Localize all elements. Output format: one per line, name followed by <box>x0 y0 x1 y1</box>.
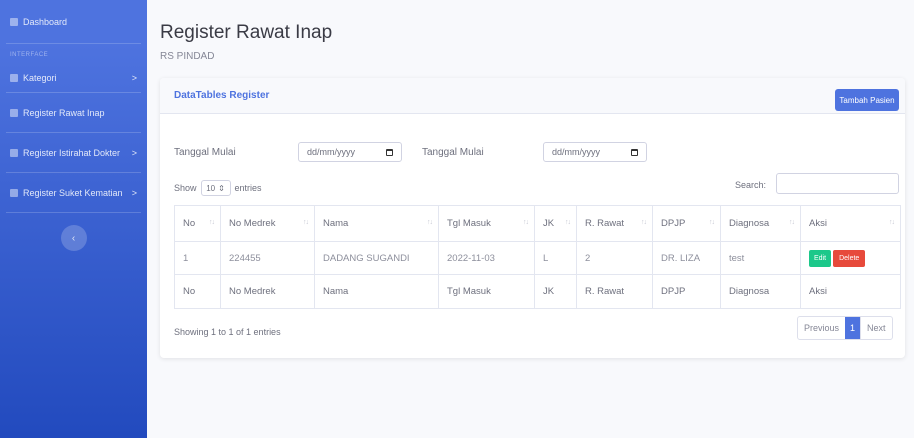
sort-icon: ↑↓ <box>523 219 529 226</box>
table-cell: 224455 <box>220 241 315 275</box>
sort-icon: ↑↓ <box>889 219 895 226</box>
start-date-input[interactable]: dd/mm/yyyy <box>298 142 402 162</box>
chevron-right-icon: > <box>131 187 137 198</box>
column-header[interactable]: Tgl Masuk ↑↓ <box>438 205 535 242</box>
sidebar-item-label: Kategori <box>23 73 57 83</box>
page-button-current[interactable]: 1 <box>845 317 861 339</box>
card-header: DataTables Register Tambah Pasien <box>160 78 905 114</box>
sort-icon: ↑↓ <box>641 219 647 226</box>
main-content: Register Rawat Inap RS PINDAD DataTables… <box>147 0 914 438</box>
sidebar-item-register-rawat-inap[interactable]: Register Rawat Inap <box>0 93 147 132</box>
sort-icon: ↑↓ <box>789 219 795 226</box>
entries-value: 10 <box>206 183 216 193</box>
column-header[interactable]: Aksi ↑↓ <box>800 205 901 242</box>
sidebar-item-label: Register Rawat Inap <box>23 107 105 118</box>
sort-icon: ↑↓ <box>303 219 309 226</box>
table-cell: test <box>720 241 801 275</box>
end-date-input[interactable]: dd/mm/yyyy <box>543 142 647 162</box>
show-label: Show <box>174 183 197 193</box>
datatable-card: DataTables Register Tambah Pasien Tangga… <box>160 78 905 358</box>
column-footer: JK <box>534 274 577 309</box>
column-header[interactable]: DPJP ↑↓ <box>652 205 721 242</box>
column-footer: Aksi <box>800 274 901 309</box>
date-placeholder: dd/mm/yyyy <box>307 147 356 157</box>
table-cell: 2 <box>576 241 653 275</box>
search-label: Search: <box>735 180 767 190</box>
sort-icon: ↑↓ <box>565 219 571 226</box>
table-cell: DADANG SUGANDI <box>314 241 439 275</box>
end-date-label: Tanggal Mulai <box>422 147 484 158</box>
sidebar-heading: INTERFACE <box>10 52 49 58</box>
column-header[interactable]: R. Rawat ↑↓ <box>576 205 653 242</box>
actions-cell: Edit Delete <box>800 241 901 275</box>
table-cell: L <box>534 241 577 275</box>
sidebar-item-register-suket-kematian[interactable]: Register Suket Kematian > <box>0 173 147 212</box>
sidebar-item-label: Register Istirahat Dokter <box>23 147 121 158</box>
sidebar-item-kategori[interactable]: Kategori > <box>0 64 147 92</box>
pagination: Previous 1 Next <box>797 316 893 340</box>
edit-button[interactable]: Edit <box>809 249 832 267</box>
add-patient-button[interactable]: Tambah Pasien <box>835 89 899 111</box>
column-header[interactable]: No Medrek ↑↓ <box>220 205 315 242</box>
sidebar-item-label: Register Suket Kematian <box>23 187 123 198</box>
column-footer: R. Rawat <box>576 274 653 309</box>
sidebar-divider <box>6 212 141 213</box>
date-placeholder: dd/mm/yyyy <box>552 147 601 157</box>
sort-icon: ↑↓ <box>709 219 715 226</box>
table-info: Showing 1 to 1 of 1 entries <box>174 327 281 337</box>
column-header[interactable]: JK ↑↓ <box>534 205 577 242</box>
register-table: No ↑↓ No Medrek ↑↓ Nama ↑↓ Tgl Masuk ↑↓ JK ↑↓… <box>174 205 901 309</box>
sidebar-item-dashboard[interactable]: Dashboard <box>6 0 141 44</box>
table-cell: 2022-11-03 <box>438 241 535 275</box>
calendar-icon[interactable] <box>386 148 393 156</box>
chevron-right-icon: > <box>131 73 137 83</box>
column-footer: No Medrek <box>220 274 315 309</box>
table-cell: DR. LIZA <box>652 241 721 275</box>
select-arrows-icon: ⇕ <box>218 183 225 193</box>
column-footer: No <box>174 274 221 309</box>
sidebar: Dashboard INTERFACE Kategori > Register … <box>0 0 147 438</box>
next-page-button[interactable]: Next <box>860 317 892 339</box>
sort-icon: ↑↓ <box>209 219 215 226</box>
page-title: Register Rawat Inap <box>160 22 333 43</box>
table-icon <box>10 148 18 157</box>
chevron-left-icon: ‹ <box>71 232 76 244</box>
sidebar-toggle-button[interactable]: ‹ <box>60 225 87 251</box>
folder-icon <box>10 74 18 82</box>
sidebar-item-register-istirahat-dokter[interactable]: Register Istirahat Dokter > <box>0 133 147 172</box>
page-subtitle: RS PINDAD <box>160 51 215 62</box>
table-icon <box>10 188 18 197</box>
column-footer: Nama <box>314 274 439 309</box>
card-title: DataTables Register <box>174 90 270 101</box>
previous-page-button[interactable]: Previous <box>798 317 845 339</box>
calendar-icon[interactable] <box>631 148 638 156</box>
table-row: 1 224455 DADANG SUGANDI 2022-11-03 L 2 D… <box>174 241 901 275</box>
column-footer: Tgl Masuk <box>438 274 535 309</box>
column-header[interactable]: Nama ↑↓ <box>314 205 439 242</box>
table-footer-row: No No Medrek Nama Tgl Masuk JK R. Rawat … <box>174 274 901 309</box>
table-header-row: No ↑↓ No Medrek ↑↓ Nama ↑↓ Tgl Masuk ↑↓ JK ↑↓… <box>174 205 901 242</box>
table-cell: 1 <box>174 241 221 275</box>
table-icon <box>10 108 18 117</box>
column-footer: DPJP <box>652 274 721 309</box>
chevron-right-icon: > <box>131 147 137 158</box>
sidebar-item-label: Dashboard <box>23 16 68 27</box>
delete-button[interactable]: Delete <box>833 249 866 267</box>
start-date-label: Tanggal Mulai <box>174 147 236 158</box>
entries-label: entries <box>234 183 262 193</box>
entries-select[interactable]: 10 ⇕ <box>200 180 231 196</box>
search-input[interactable] <box>776 173 899 194</box>
column-header[interactable]: Diagnosa ↑↓ <box>720 205 801 242</box>
column-footer: Diagnosa <box>720 274 801 309</box>
length-control: Show 10 ⇕ entries <box>174 180 262 196</box>
sort-icon: ↑↓ <box>427 219 433 226</box>
column-header[interactable]: No ↑↓ <box>174 205 221 242</box>
dashboard-icon <box>10 17 18 26</box>
